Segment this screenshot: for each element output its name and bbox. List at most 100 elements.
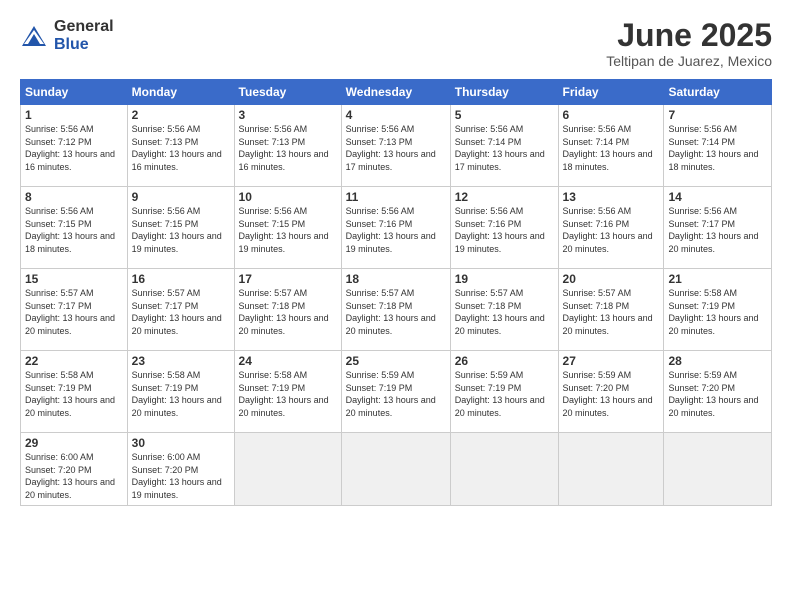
day-info: Sunrise: 5:56 AMSunset: 7:14 PMDaylight:… — [455, 123, 554, 173]
day-number: 28 — [668, 354, 767, 368]
day-info: Sunrise: 5:56 AMSunset: 7:16 PMDaylight:… — [455, 205, 554, 255]
day-info: Sunrise: 5:57 AMSunset: 7:18 PMDaylight:… — [346, 287, 446, 337]
table-row: 26Sunrise: 5:59 AMSunset: 7:19 PMDayligh… — [450, 351, 558, 433]
day-info: Sunrise: 6:00 AMSunset: 7:20 PMDaylight:… — [25, 451, 123, 501]
table-row — [450, 433, 558, 505]
day-number: 27 — [563, 354, 660, 368]
day-number: 25 — [346, 354, 446, 368]
day-info: Sunrise: 5:59 AMSunset: 7:20 PMDaylight:… — [563, 369, 660, 419]
day-number: 19 — [455, 272, 554, 286]
day-info: Sunrise: 6:00 AMSunset: 7:20 PMDaylight:… — [132, 451, 230, 501]
col-friday: Friday — [558, 80, 664, 105]
day-number: 5 — [455, 108, 554, 122]
table-row: 3Sunrise: 5:56 AMSunset: 7:13 PMDaylight… — [234, 105, 341, 187]
day-info: Sunrise: 5:57 AMSunset: 7:18 PMDaylight:… — [455, 287, 554, 337]
day-number: 30 — [132, 436, 230, 450]
col-thursday: Thursday — [450, 80, 558, 105]
day-number: 10 — [239, 190, 337, 204]
day-info: Sunrise: 5:59 AMSunset: 7:20 PMDaylight:… — [668, 369, 767, 419]
day-number: 24 — [239, 354, 337, 368]
day-info: Sunrise: 5:58 AMSunset: 7:19 PMDaylight:… — [239, 369, 337, 419]
day-number: 8 — [25, 190, 123, 204]
calendar-table: Sunday Monday Tuesday Wednesday Thursday… — [20, 79, 772, 505]
day-number: 18 — [346, 272, 446, 286]
day-info: Sunrise: 5:58 AMSunset: 7:19 PMDaylight:… — [132, 369, 230, 419]
table-row: 6Sunrise: 5:56 AMSunset: 7:14 PMDaylight… — [558, 105, 664, 187]
table-row: 8Sunrise: 5:56 AMSunset: 7:15 PMDaylight… — [21, 187, 128, 269]
col-sunday: Sunday — [21, 80, 128, 105]
col-saturday: Saturday — [664, 80, 772, 105]
day-number: 26 — [455, 354, 554, 368]
table-row: 29Sunrise: 6:00 AMSunset: 7:20 PMDayligh… — [21, 433, 128, 505]
table-row: 15Sunrise: 5:57 AMSunset: 7:17 PMDayligh… — [21, 269, 128, 351]
day-info: Sunrise: 5:56 AMSunset: 7:13 PMDaylight:… — [239, 123, 337, 173]
day-number: 23 — [132, 354, 230, 368]
table-row — [234, 433, 341, 505]
day-info: Sunrise: 5:56 AMSunset: 7:14 PMDaylight:… — [668, 123, 767, 173]
col-wednesday: Wednesday — [341, 80, 450, 105]
day-number: 15 — [25, 272, 123, 286]
table-row: 22Sunrise: 5:58 AMSunset: 7:19 PMDayligh… — [21, 351, 128, 433]
day-info: Sunrise: 5:56 AMSunset: 7:16 PMDaylight:… — [346, 205, 446, 255]
day-info: Sunrise: 5:56 AMSunset: 7:15 PMDaylight:… — [132, 205, 230, 255]
day-number: 21 — [668, 272, 767, 286]
day-info: Sunrise: 5:57 AMSunset: 7:17 PMDaylight:… — [132, 287, 230, 337]
table-row — [558, 433, 664, 505]
header: General Blue June 2025 Teltipan de Juare… — [20, 18, 772, 69]
table-row: 28Sunrise: 5:59 AMSunset: 7:20 PMDayligh… — [664, 351, 772, 433]
table-row: 10Sunrise: 5:56 AMSunset: 7:15 PMDayligh… — [234, 187, 341, 269]
day-info: Sunrise: 5:58 AMSunset: 7:19 PMDaylight:… — [25, 369, 123, 419]
day-info: Sunrise: 5:56 AMSunset: 7:15 PMDaylight:… — [25, 205, 123, 255]
table-row: 20Sunrise: 5:57 AMSunset: 7:18 PMDayligh… — [558, 269, 664, 351]
day-number: 3 — [239, 108, 337, 122]
day-info: Sunrise: 5:56 AMSunset: 7:15 PMDaylight:… — [239, 205, 337, 255]
day-number: 1 — [25, 108, 123, 122]
day-number: 20 — [563, 272, 660, 286]
day-info: Sunrise: 5:56 AMSunset: 7:12 PMDaylight:… — [25, 123, 123, 173]
day-number: 13 — [563, 190, 660, 204]
table-row: 19Sunrise: 5:57 AMSunset: 7:18 PMDayligh… — [450, 269, 558, 351]
table-row: 4Sunrise: 5:56 AMSunset: 7:13 PMDaylight… — [341, 105, 450, 187]
table-row: 11Sunrise: 5:56 AMSunset: 7:16 PMDayligh… — [341, 187, 450, 269]
day-info: Sunrise: 5:59 AMSunset: 7:19 PMDaylight:… — [455, 369, 554, 419]
table-row: 24Sunrise: 5:58 AMSunset: 7:19 PMDayligh… — [234, 351, 341, 433]
day-number: 17 — [239, 272, 337, 286]
day-info: Sunrise: 5:57 AMSunset: 7:18 PMDaylight:… — [239, 287, 337, 337]
day-info: Sunrise: 5:57 AMSunset: 7:18 PMDaylight:… — [563, 287, 660, 337]
logo-general-text: General — [54, 18, 114, 36]
logo-text: General Blue — [54, 18, 114, 53]
month-title: June 2025 — [606, 18, 772, 53]
logo-blue-text: Blue — [54, 36, 114, 54]
table-row — [341, 433, 450, 505]
table-row: 23Sunrise: 5:58 AMSunset: 7:19 PMDayligh… — [127, 351, 234, 433]
logo-icon — [20, 22, 48, 50]
table-row: 17Sunrise: 5:57 AMSunset: 7:18 PMDayligh… — [234, 269, 341, 351]
day-info: Sunrise: 5:57 AMSunset: 7:17 PMDaylight:… — [25, 287, 123, 337]
day-number: 6 — [563, 108, 660, 122]
table-row: 13Sunrise: 5:56 AMSunset: 7:16 PMDayligh… — [558, 187, 664, 269]
day-info: Sunrise: 5:59 AMSunset: 7:19 PMDaylight:… — [346, 369, 446, 419]
day-info: Sunrise: 5:56 AMSunset: 7:13 PMDaylight:… — [132, 123, 230, 173]
day-number: 22 — [25, 354, 123, 368]
table-row: 18Sunrise: 5:57 AMSunset: 7:18 PMDayligh… — [341, 269, 450, 351]
table-row: 12Sunrise: 5:56 AMSunset: 7:16 PMDayligh… — [450, 187, 558, 269]
day-info: Sunrise: 5:56 AMSunset: 7:13 PMDaylight:… — [346, 123, 446, 173]
day-number: 16 — [132, 272, 230, 286]
day-number: 4 — [346, 108, 446, 122]
table-row: 2Sunrise: 5:56 AMSunset: 7:13 PMDaylight… — [127, 105, 234, 187]
table-row: 1Sunrise: 5:56 AMSunset: 7:12 PMDaylight… — [21, 105, 128, 187]
day-number: 7 — [668, 108, 767, 122]
day-number: 11 — [346, 190, 446, 204]
day-number: 12 — [455, 190, 554, 204]
table-row — [664, 433, 772, 505]
day-info: Sunrise: 5:56 AMSunset: 7:14 PMDaylight:… — [563, 123, 660, 173]
title-block: June 2025 Teltipan de Juarez, Mexico — [606, 18, 772, 69]
table-row: 5Sunrise: 5:56 AMSunset: 7:14 PMDaylight… — [450, 105, 558, 187]
location-subtitle: Teltipan de Juarez, Mexico — [606, 53, 772, 69]
day-number: 2 — [132, 108, 230, 122]
day-info: Sunrise: 5:56 AMSunset: 7:17 PMDaylight:… — [668, 205, 767, 255]
table-row: 30Sunrise: 6:00 AMSunset: 7:20 PMDayligh… — [127, 433, 234, 505]
table-row: 16Sunrise: 5:57 AMSunset: 7:17 PMDayligh… — [127, 269, 234, 351]
calendar-header-row: Sunday Monday Tuesday Wednesday Thursday… — [21, 80, 772, 105]
table-row: 14Sunrise: 5:56 AMSunset: 7:17 PMDayligh… — [664, 187, 772, 269]
